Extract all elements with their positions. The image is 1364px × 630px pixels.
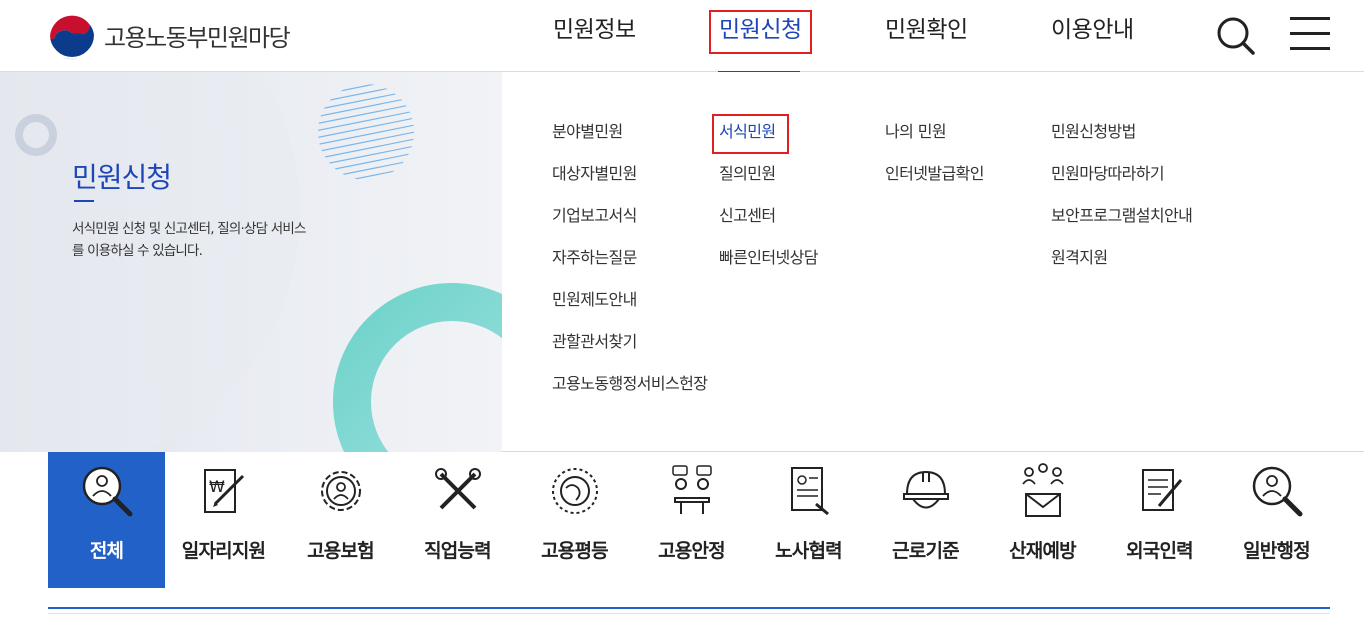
submenu-link[interactable]: 신고센터 (719, 204, 818, 246)
category-employment-insurance[interactable]: 고용보험 (282, 452, 399, 588)
submenu-link[interactable]: 민원제도안내 (552, 288, 707, 330)
helmet-icon (903, 470, 949, 509)
category-stability[interactable]: 고용안정 (633, 452, 750, 588)
gnb-item-apply[interactable]: 민원신청 (719, 14, 802, 46)
site-logo[interactable]: 고용노동부민원마당 (46, 10, 291, 60)
magnifier-person-icon (82, 466, 133, 517)
submenu-intro: 민원신청 서식민원 신청 및 신고센터, 질의·상담 서비스를 이용하실 수 있… (0, 72, 502, 452)
submenu-link[interactable]: 질의민원 (719, 162, 818, 204)
search-icon[interactable] (1214, 14, 1256, 56)
category-label: 전체 (89, 540, 124, 562)
submenu-link[interactable]: 민원마당따라하기 (1051, 162, 1192, 204)
submenu-link[interactable]: 민원신청방법 (1051, 120, 1192, 162)
people-mail-icon (1022, 463, 1064, 517)
globe-people-icon (552, 468, 598, 514)
decorative-shapes (0, 72, 502, 452)
submenu-link[interactable]: 기업보고서식 (552, 204, 707, 246)
submenu-panel: 민원신청 서식민원 신청 및 신고센터, 질의·상담 서비스를 이용하실 수 있… (0, 72, 1364, 452)
hamburger-icon[interactable] (1288, 14, 1332, 54)
magnifier-person-icon (1252, 466, 1303, 517)
gnb-item-check[interactable]: 민원확인 (885, 14, 968, 46)
submenu-column-1: 분야별민원 대상자별민원 기업보고서식 자주하는질문 민원제도안내 관할관서찾기… (552, 120, 708, 414)
site-header: 고용노동부민원마당 민원정보 민원신청 민원확인 이용안내 (0, 0, 1364, 72)
category-labor-cooperation[interactable]: 노사협력 (750, 452, 867, 588)
category-equality[interactable]: 고용평등 (516, 452, 633, 588)
category-label: 노사협력 (775, 540, 843, 562)
submenu-link[interactable]: 나의 민원 (885, 120, 984, 162)
category-vocational-ability[interactable]: 직업능력 (399, 452, 516, 588)
category-bar: 전체 ₩ 일자리지원 고용보험 직업능력 고용평등 고용안정 노사협력 근로기준… (48, 452, 1330, 588)
submenu-link[interactable]: 자주하는질문 (552, 246, 707, 288)
category-bar-divider (48, 607, 1330, 609)
category-foreign-workforce[interactable]: 외국인력 (1101, 452, 1218, 588)
submenu-link[interactable]: 인터넷발급확인 (885, 162, 984, 204)
category-all[interactable]: 전체 (48, 452, 165, 588)
category-labor-standards[interactable]: 근로기준 (867, 452, 984, 588)
submenu-link-form-complaint[interactable]: 서식민원 (719, 120, 818, 162)
category-label: 근로기준 (892, 540, 960, 562)
category-bar-divider-secondary (48, 613, 1330, 614)
submenu-link[interactable]: 고용노동행정서비스헌장 (552, 372, 708, 414)
submenu-title: 민원신청 (72, 161, 172, 194)
submenu-link[interactable]: 관할관서찾기 (552, 330, 707, 372)
title-underline (74, 200, 94, 202)
category-label: 직업능력 (424, 540, 492, 562)
gnb-item-guide[interactable]: 이용안내 (1051, 14, 1134, 46)
submenu-column-2: 서식민원 질의민원 신고센터 빠른인터넷상담 (719, 120, 818, 288)
meeting-icon (672, 465, 712, 514)
document-pen-icon: ₩ (204, 469, 245, 513)
submenu-link[interactable]: 분야별민원 (552, 120, 707, 162)
gear-person-icon (321, 471, 361, 511)
taegeuk-logo-icon (48, 11, 96, 60)
category-label: 고용보험 (307, 540, 375, 562)
category-label: 일반행정 (1243, 540, 1311, 562)
document-pencil-icon (1142, 469, 1183, 511)
contract-icon (791, 467, 829, 516)
svg-text:₩: ₩ (209, 477, 225, 496)
submenu-link[interactable]: 보안프로그램설치안내 (1051, 204, 1193, 246)
submenu-column-4: 민원신청방법 민원마당따라하기 보안프로그램설치안내 원격지원 (1051, 120, 1193, 288)
gnb-item-info[interactable]: 민원정보 (553, 14, 636, 46)
submenu-column-3: 나의 민원 인터넷발급확인 (885, 120, 984, 204)
tools-icon (435, 468, 481, 510)
submenu-link[interactable]: 대상자별민원 (552, 162, 707, 204)
site-name: 고용노동부민원마당 (104, 23, 291, 52)
category-job-support[interactable]: ₩ 일자리지원 (165, 452, 282, 588)
category-label: 고용평등 (541, 540, 609, 562)
category-general-administration[interactable]: 일반행정 (1218, 452, 1335, 588)
category-label: 산재예방 (1009, 540, 1077, 562)
submenu-description: 서식민원 신청 및 신고센터, 질의·상담 서비스를 이용하실 수 있습니다. (72, 221, 306, 259)
submenu-link[interactable]: 원격지원 (1051, 246, 1192, 288)
category-accident-prevention[interactable]: 산재예방 (984, 452, 1101, 588)
category-label: 외국인력 (1126, 540, 1194, 562)
submenu-link[interactable]: 빠른인터넷상담 (719, 246, 818, 288)
category-label: 고용안정 (658, 540, 726, 562)
category-label: 일자리지원 (181, 540, 266, 562)
